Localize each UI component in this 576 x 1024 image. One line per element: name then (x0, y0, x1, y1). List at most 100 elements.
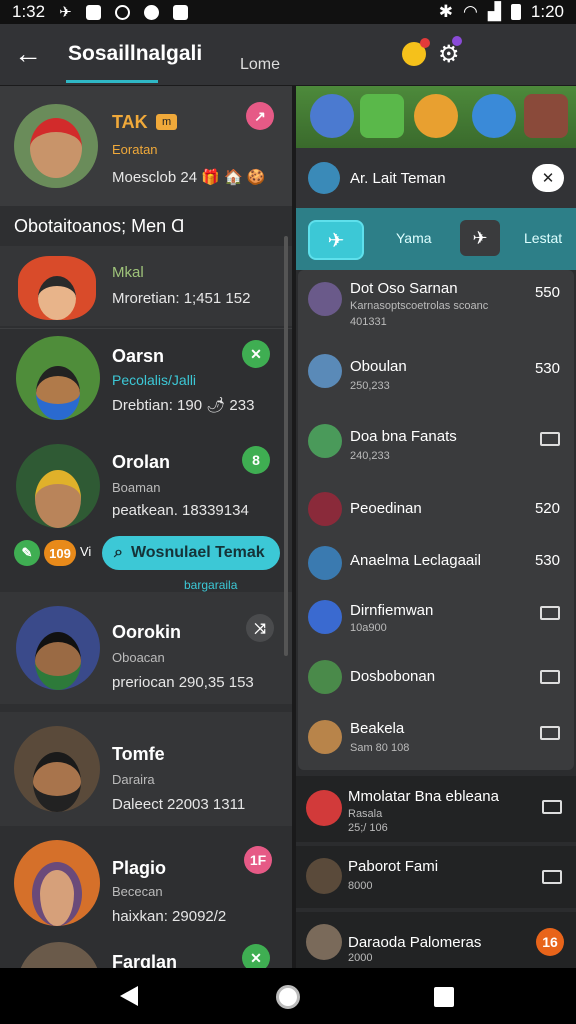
row-name: Dot Oso Sarnan (350, 280, 458, 297)
group-icon[interactable]: 8 (242, 446, 270, 474)
row-avatar (306, 924, 342, 960)
list-item[interactable]: Plagio Bececan haixkan: 29092/2 1F (0, 832, 292, 932)
row-action-icon[interactable] (540, 726, 560, 740)
list-item[interactable]: Doa bna Fanats 240,233 (298, 414, 574, 480)
notification-badge-icon[interactable]: 1F (244, 846, 272, 874)
right-panel: Ar. Lait Teman ✕ ✈ Yama ✈ Lestat Dot Oso… (296, 86, 576, 968)
count-chip[interactable]: 109 (44, 540, 76, 566)
row-name: Mmolatar Bna ebleana (348, 788, 499, 805)
list-item[interactable]: Oboulan 250,233 530 (298, 344, 574, 410)
tab-map-icon[interactable]: ✈ (460, 220, 500, 256)
friend-stats: Mroretian: 1;451 152 (112, 290, 251, 307)
row-avatar (308, 492, 342, 526)
scrollbar[interactable] (284, 236, 288, 656)
list-item[interactable]: Dot Oso Sarnan Karnasoptscoetrolas scoan… (298, 270, 574, 340)
nav-home-icon[interactable] (276, 985, 300, 1009)
list-item[interactable]: Orolan Boaman peatkean. 18339134 8 (0, 438, 292, 534)
row-action-icon[interactable] (540, 606, 560, 620)
list-item[interactable]: Beakela Sam 80 108 (298, 710, 574, 766)
row-avatar (308, 600, 342, 634)
settings-gear-icon[interactable]: ⚙ (438, 36, 462, 69)
friend-name: Mkal (112, 264, 144, 281)
list-item[interactable]: Mmolatar Bna ebleana Rasala 25;/ 106 (296, 776, 576, 842)
list-item[interactable]: Daraoda Palomeras 2000 16 (296, 912, 576, 968)
notification-badge-icon[interactable]: 16 (536, 928, 564, 956)
profile-subtitle: Eoratan (112, 142, 158, 157)
close-icon[interactable]: ✕ (532, 164, 564, 192)
action-row: ✎ 109 Vi ⌕ Wosnulael Temak (14, 536, 284, 570)
row-action-icon[interactable] (540, 432, 560, 446)
friend-name: Oorokin (112, 622, 182, 642)
friend-stats: Drebtian: 190 🌶 233 (112, 397, 255, 414)
friend-stats: preriocan 290,35 153 (112, 674, 254, 691)
like-chip[interactable]: ✎ (14, 540, 40, 566)
chip-label: Vi (80, 544, 92, 559)
row-value: 530 (534, 360, 560, 377)
row-subtitle-2: 401331 (350, 316, 387, 328)
row-action-icon[interactable] (540, 670, 560, 684)
add-friend-row-label: Ar. Lait Teman (350, 170, 446, 187)
search-icon: ⌕ (114, 544, 123, 561)
row-action-icon[interactable] (542, 870, 562, 884)
list-item[interactable]: Dirnfiemwan 10a900 (298, 592, 574, 648)
divider (0, 328, 292, 329)
friend-avatar (18, 942, 100, 968)
add-friend-label: Wosnulael Temak (130, 544, 265, 561)
row-subtitle: Karnasoptscoetrolas scoanc (350, 300, 489, 312)
friend-avatar (16, 444, 100, 528)
row-action-icon[interactable] (542, 800, 562, 814)
section-header: Obotaitoanos; Men Ɑ (14, 216, 185, 236)
friend-name: Plagio (112, 858, 167, 878)
bluetooth-icon: ✱ (438, 2, 453, 21)
list-item[interactable]: Tomfe Daraira Daleect 22003 1311 (0, 712, 292, 826)
friend-subtitle: Oboacan (112, 650, 165, 665)
notification-icon: ✈ (59, 4, 72, 21)
profile-chat-icon[interactable]: ↗ (246, 102, 274, 130)
shuffle-icon[interactable]: ⤨ (246, 614, 274, 642)
profile-card[interactable]: TAK m Eoratan Moesclob 24 🎁 🏠 🍪 ↗ (0, 86, 292, 206)
row-avatar (308, 720, 342, 754)
friend-avatar (16, 336, 100, 420)
game-banner[interactable] (296, 86, 576, 148)
nav-recents-icon[interactable] (434, 987, 454, 1007)
tab-activity[interactable]: ✈ (308, 220, 364, 260)
tab-home[interactable]: Lome (240, 56, 280, 74)
back-arrow-icon[interactable]: ← (14, 38, 42, 70)
list-item[interactable]: Oarsn Pecolalis/Jalli Drebtian: 190 🌶 23… (0, 330, 292, 430)
banner-character-3 (414, 94, 458, 138)
add-friend-row[interactable]: Ar. Lait Teman ✕ (296, 148, 576, 208)
add-friend-button[interactable]: ⌕ Wosnulael Temak (102, 536, 280, 570)
list-item[interactable]: Mkal Mroretian: 1;451 152 (0, 246, 292, 326)
friend-stats: peatkean. 18339134 (112, 502, 249, 519)
list-item[interactable]: Farglan ✕ (0, 938, 292, 968)
friend-stats: Daleect 22003 1311 (112, 796, 246, 813)
status-bar: 1:32 ✈ ✱ ◠ ▟ 1:20 (0, 0, 576, 24)
cta-sublink[interactable]: bargaraila (184, 578, 237, 592)
friend-avatar (14, 726, 100, 812)
nav-back-icon[interactable] (120, 986, 138, 1006)
ranking-list: Dot Oso Sarnan Karnasoptscoetrolas scoan… (298, 270, 574, 770)
friend-avatar (16, 606, 100, 690)
friend-subtitle: Bececan (112, 884, 163, 899)
tab-yama[interactable]: Yama (396, 230, 432, 246)
row-subtitle: 10a900 (350, 622, 387, 634)
tools-icon[interactable]: ✕ (242, 944, 270, 968)
list-item[interactable]: Peoedinan 520 (298, 484, 574, 540)
list-item[interactable]: Oorokin Oboacan preriocan 290,35 153 ⤨ (0, 592, 292, 704)
row-name: Daraoda Palomeras (348, 934, 482, 951)
list-item[interactable]: Anaelma Leclagaail 530 (298, 540, 574, 590)
row-name: Dosbobonan (350, 668, 436, 685)
profile-badge: m (156, 114, 178, 130)
list-item[interactable]: Dosbobonan (298, 650, 574, 706)
row-subtitle: 8000 (348, 880, 373, 892)
pacman-notification-icon[interactable] (402, 38, 430, 66)
row-name: Paborot Fami (348, 858, 439, 875)
list-item[interactable]: Paborot Fami 8000 (296, 846, 576, 908)
tools-icon[interactable]: ✕ (242, 340, 270, 368)
row-value: 550 (534, 284, 560, 301)
tab-lestat[interactable]: Lestat (524, 230, 562, 246)
wifi-icon: ◠ (462, 2, 478, 21)
circle-icon (114, 4, 130, 20)
friend-avatar (14, 840, 100, 926)
add-friend-avatar (308, 162, 340, 194)
